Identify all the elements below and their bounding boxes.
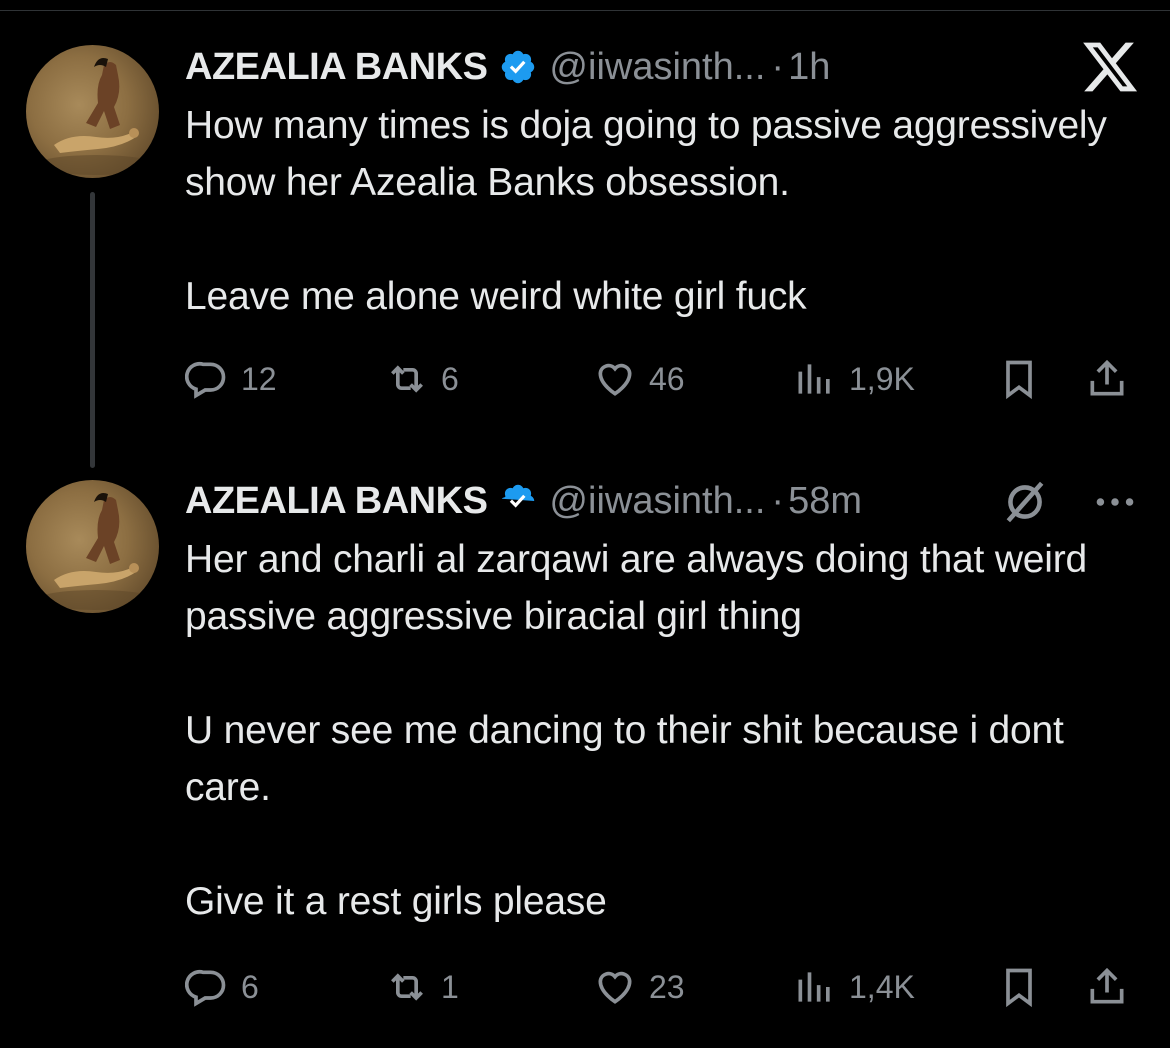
avatar-image [36,493,156,610]
avatar[interactable] [26,45,159,178]
share-icon [1090,359,1124,396]
bookmark-icon [1006,360,1032,400]
heart-icon [598,363,632,396]
share-button[interactable] [1085,957,1129,1017]
verified-badge-icon [502,484,535,508]
tweet-actions: 6 1 23 1,4K [185,957,1140,1017]
reply-count: 6 [241,968,259,1005]
retweet-button[interactable]: 6 [385,349,459,409]
timestamp[interactable]: 58m [788,480,862,523]
tweet[interactable]: AZEALIA BANKS @iiwasinth... · 1h How man… [185,37,1140,325]
bookmark-button[interactable] [997,349,1041,409]
author-name[interactable]: AZEALIA BANKS [185,46,488,89]
share-button[interactable] [1085,349,1129,409]
tweet-actions: 12 6 46 1,9K [185,349,1140,409]
views-button[interactable]: 1,9K [793,349,915,409]
like-count: 23 [649,968,685,1005]
tweet[interactable]: AZEALIA BANKS @iiwasinth... · 58m Her an… [185,471,1140,930]
retweet-icon [391,973,423,1001]
share-icon [1090,967,1124,1004]
tweet-header: AZEALIA BANKS @iiwasinth... · 1h [185,37,1140,97]
like-button[interactable]: 23 [593,957,685,1017]
like-count: 46 [649,360,685,397]
verified-badge-icon [502,50,535,84]
grok-icon[interactable] [1000,477,1050,527]
reply-button[interactable]: 12 [185,349,277,409]
author-handle[interactable]: @iiwasinth... [549,480,765,523]
reply-count: 12 [241,360,277,397]
view-count: 1,9K [849,360,915,397]
reply-icon [185,969,226,1007]
retweet-count: 6 [441,360,459,397]
retweet-count: 1 [441,968,459,1005]
heart-icon [598,971,632,1004]
tweet-header: AZEALIA BANKS @iiwasinth... · 58m [185,471,1140,531]
tweet-text: Her and charli al zarqawi are always doi… [185,538,1088,923]
view-count: 1,4K [849,968,915,1005]
retweet-icon [391,365,423,393]
views-button[interactable]: 1,4K [793,957,915,1017]
reply-icon [185,361,226,399]
x-logo-icon[interactable] [1080,37,1140,97]
retweet-button[interactable]: 1 [385,957,459,1017]
author-handle[interactable]: @iiwasinth... [549,46,765,89]
top-divider [0,10,1170,11]
timestamp[interactable]: 1h [788,46,830,89]
bookmark-button[interactable] [997,957,1041,1017]
bookmark-icon [1006,968,1032,1008]
views-chart-icon [798,972,830,1002]
author-name[interactable]: AZEALIA BANKS [185,480,488,523]
thread-connector [90,192,95,468]
avatar-image [36,58,156,175]
separator-dot: · [771,479,785,522]
separator-dot: · [771,45,785,88]
avatar[interactable] [26,480,159,613]
tweet-text: How many times is doja going to passive … [185,104,1107,318]
views-chart-icon [798,364,830,394]
like-button[interactable]: 46 [593,349,685,409]
more-icon[interactable] [1090,477,1140,527]
reply-button[interactable]: 6 [185,957,259,1017]
